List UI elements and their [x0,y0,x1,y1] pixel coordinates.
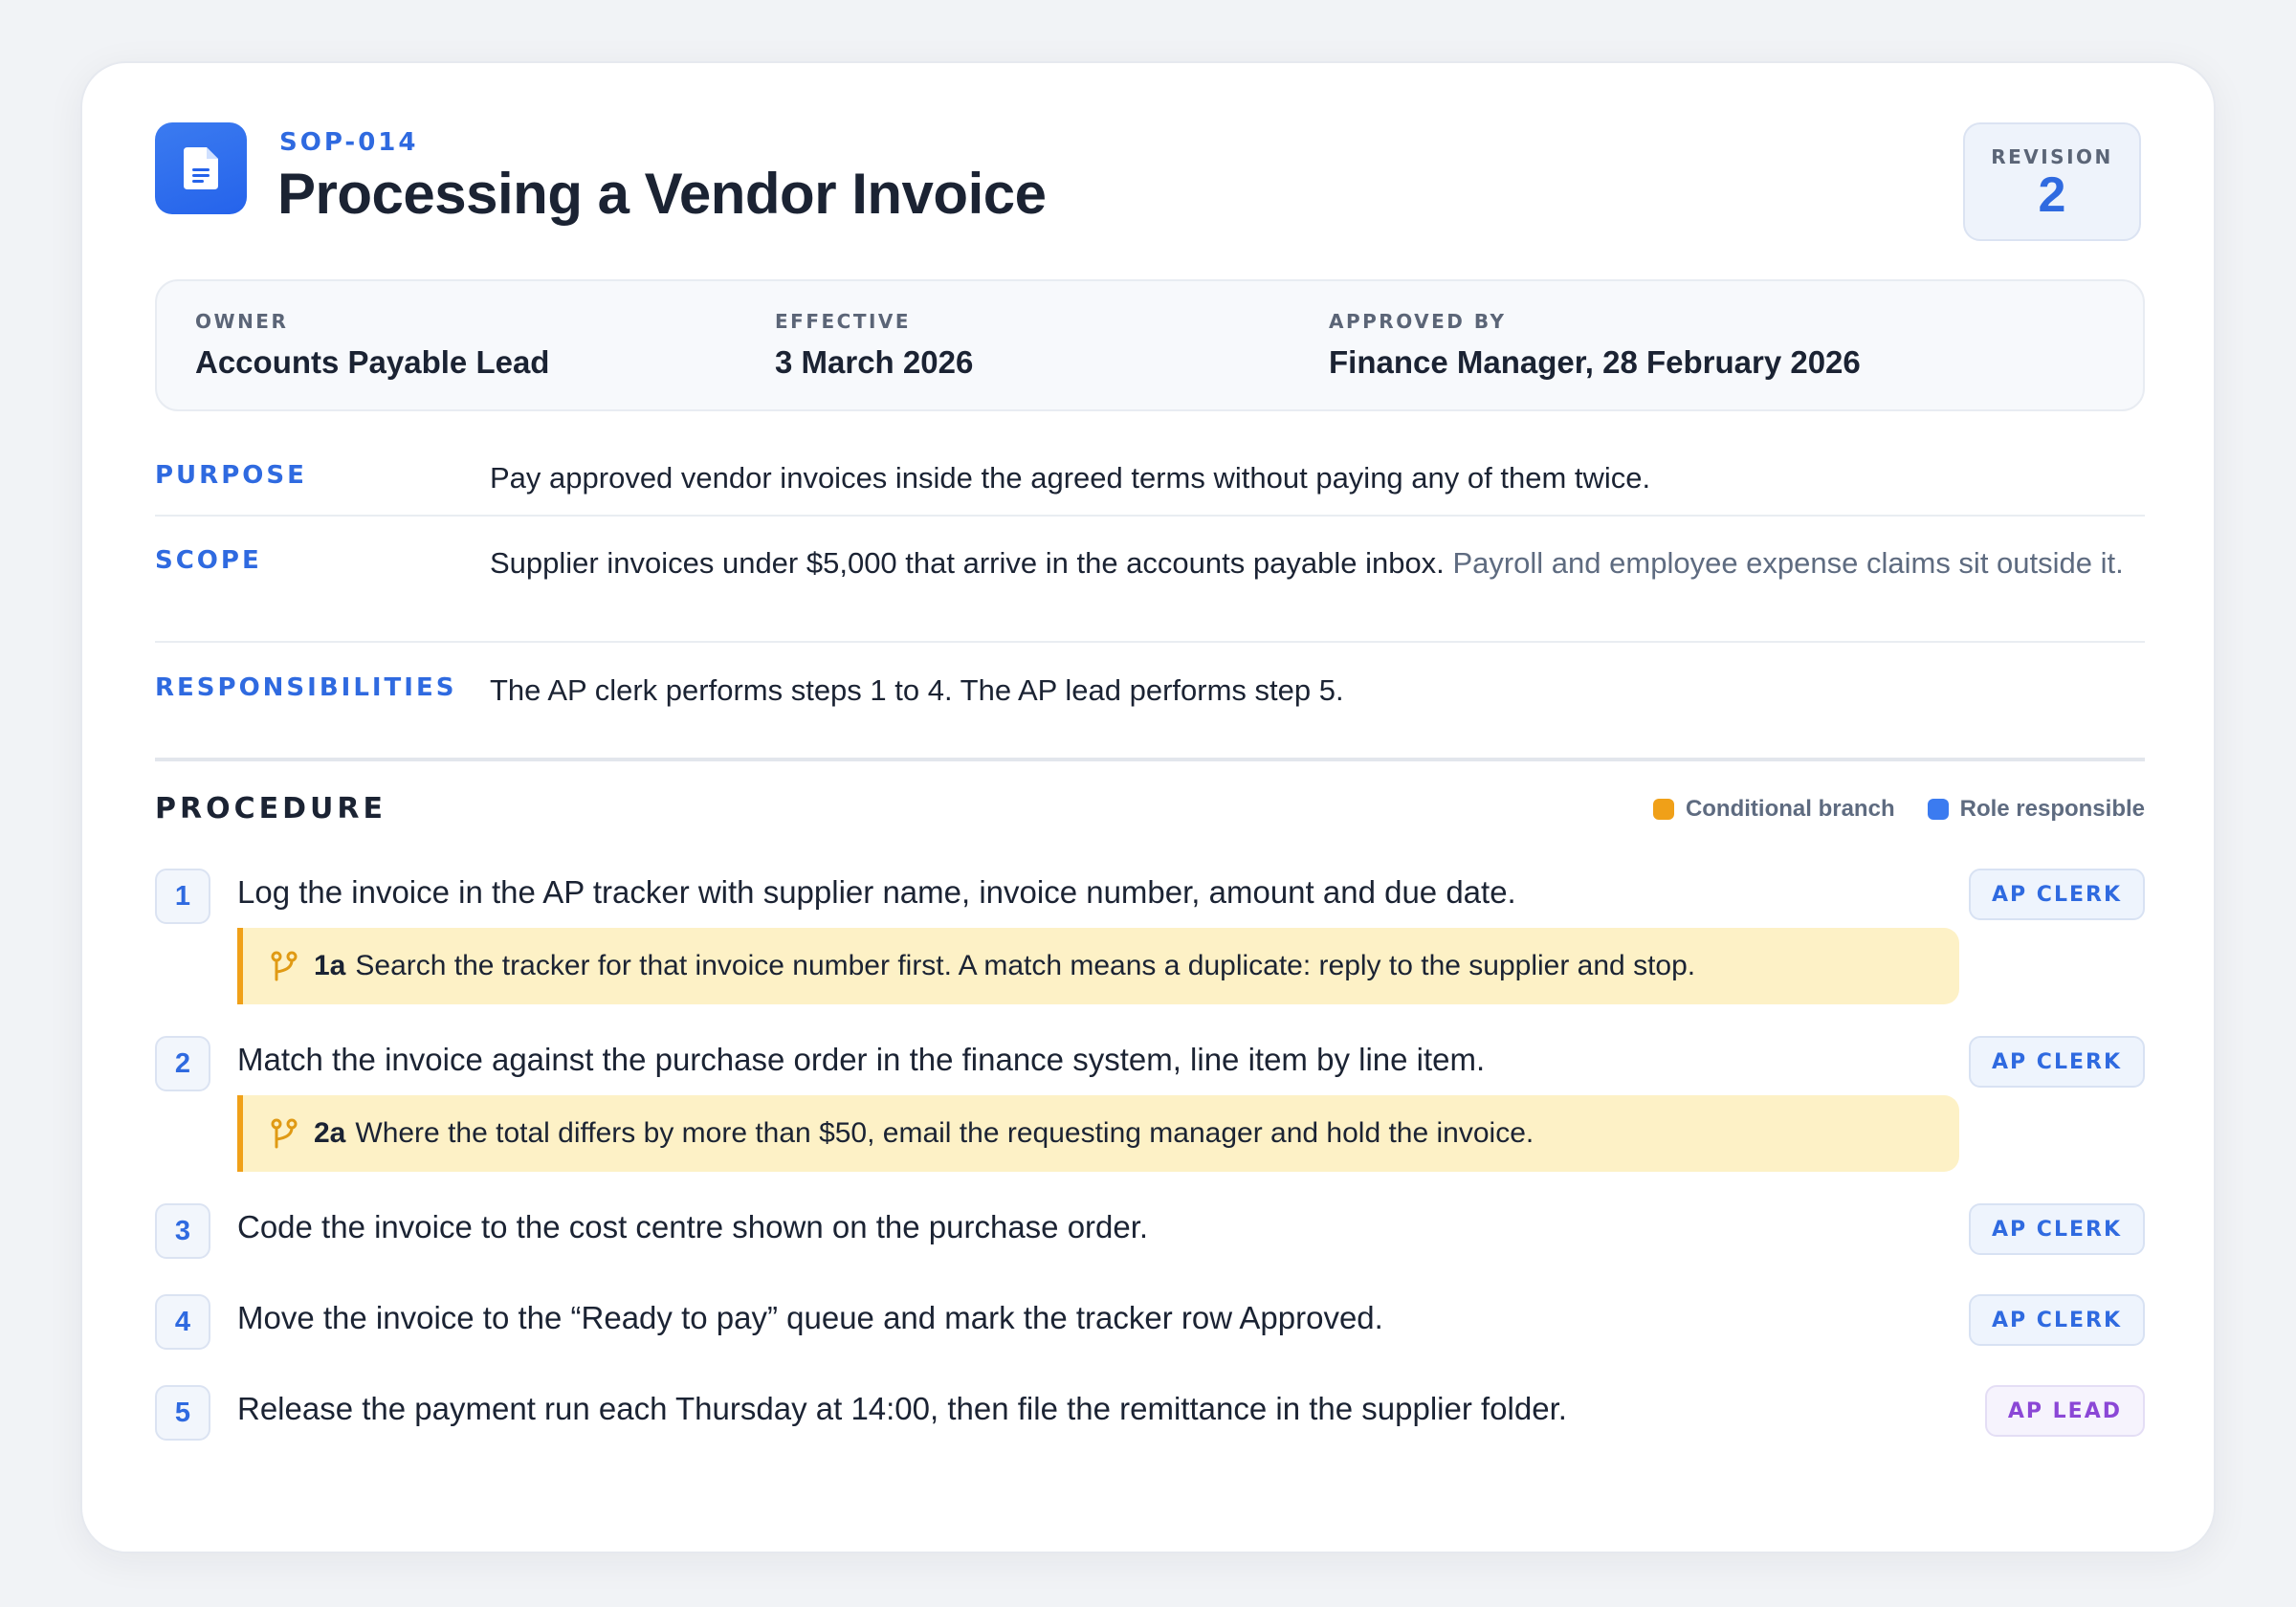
scope-main: Supplier invoices under $5,000 that arri… [490,546,1445,580]
step-number: 2 [155,1036,210,1091]
role-badge: AP CLERK [1969,1294,2145,1346]
revision-value: 2 [2038,167,2066,223]
doc-header: SOP-014 Processing a Vendor Invoice REVI… [155,122,2141,247]
legend-item-branch: Conditional branch [1652,796,1895,823]
step-text: Move the invoice to the “Ready to pay” q… [237,1300,1383,1335]
procedure-header: PROCEDURE Conditional branch Role respon… [155,792,2145,830]
effective-label: EFFECTIVE [775,310,912,333]
legend-label: Conditional branch [1685,796,1895,822]
role-badge: AP CLERK [1969,869,2145,920]
step-number: 1 [155,869,210,924]
divider [155,641,2145,643]
branch-text: Search the tracker for that invoice numb… [355,950,1696,981]
purpose-text: Pay approved vendor invoices inside the … [490,461,1651,495]
legend-item-role: Role responsible [1927,796,2145,823]
effective-value: 3 March 2026 [775,344,974,380]
responsibilities-label: RESPONSIBILITIES [155,673,457,702]
branch-id: 2a [314,1117,346,1149]
revision-label: REVISION [1991,145,2113,168]
step-text: Code the invoice to the cost centre show… [237,1209,1149,1244]
revision-badge: REVISION 2 [1963,122,2141,241]
meta-effective: EFFECTIVE 3 March 2026 [775,310,973,381]
legend: Conditional branch Role responsible [1621,796,2145,823]
sop-id: SOP-014 [279,128,419,157]
step-text: Release the payment run each Thursday at… [237,1391,1567,1426]
scope-label: SCOPE [155,546,262,575]
page-title: Processing a Vendor Invoice [277,162,1047,226]
owner-label: OWNER [195,310,289,333]
step-text: Match the invoice against the purchase o… [237,1042,1486,1077]
approved-label: APPROVED BY [1329,310,1507,333]
meta-owner: OWNER Accounts Payable Lead [195,310,549,381]
branch-id: 1a [314,950,346,981]
conditional-branch: 1a Search the tracker for that invoice n… [237,928,1959,1004]
legend-label: Role responsible [1959,796,2145,822]
role-badge: AP CLERK [1969,1036,2145,1088]
procedure-title: PROCEDURE [155,792,386,826]
purpose-row: PURPOSE Pay approved vendor invoices ins… [155,461,2145,509]
branch-icon [271,1118,298,1149]
document-icon [155,122,247,214]
procedure-step: 1 Log the invoice in the AP tracker with… [155,869,2145,1012]
procedure-step: 4 Move the invoice to the “Ready to pay”… [155,1294,2145,1352]
branch-text: Where the total differs by more than $50… [355,1117,1534,1149]
step-text: Log the invoice in the AP tracker with s… [237,874,1516,910]
procedure-step: 5 Release the payment run each Thursday … [155,1385,2145,1442]
step-number: 3 [155,1203,210,1259]
approved-value: Finance Manager, 28 February 2026 [1329,344,1861,380]
purpose-label: PURPOSE [155,461,307,490]
step-number: 5 [155,1385,210,1441]
responsibilities-row: RESPONSIBILITIES The AP clerk performs s… [155,673,2145,721]
scope-row: SCOPE Supplier invoices under $5,000 tha… [155,546,2145,632]
owner-value: Accounts Payable Lead [195,344,550,380]
scope-text: Supplier invoices under $5,000 that arri… [490,542,2145,583]
step-number: 4 [155,1294,210,1350]
legend-swatch-role [1927,799,1949,820]
divider [155,515,2145,517]
meta-approved: APPROVED BY Finance Manager, 28 February… [1329,310,1861,381]
procedure-step: 2 Match the invoice against the purchase… [155,1036,2145,1179]
scope-note: Payroll and employee expense claims sit … [1452,546,2124,580]
branch-icon [271,951,298,981]
conditional-branch: 2a Where the total differs by more than … [237,1095,1959,1172]
legend-swatch-branch [1652,799,1674,820]
role-badge: AP LEAD [1984,1385,2145,1437]
procedure-step: 3 Code the invoice to the cost centre sh… [155,1203,2145,1261]
meta-panel: OWNER Accounts Payable Lead EFFECTIVE 3 … [155,279,2145,411]
section-divider [155,758,2145,761]
sop-card: SOP-014 Processing a Vendor Invoice REVI… [80,61,2216,1553]
role-badge: AP CLERK [1969,1203,2145,1255]
responsibilities-text: The AP clerk performs steps 1 to 4. The … [490,673,1344,707]
